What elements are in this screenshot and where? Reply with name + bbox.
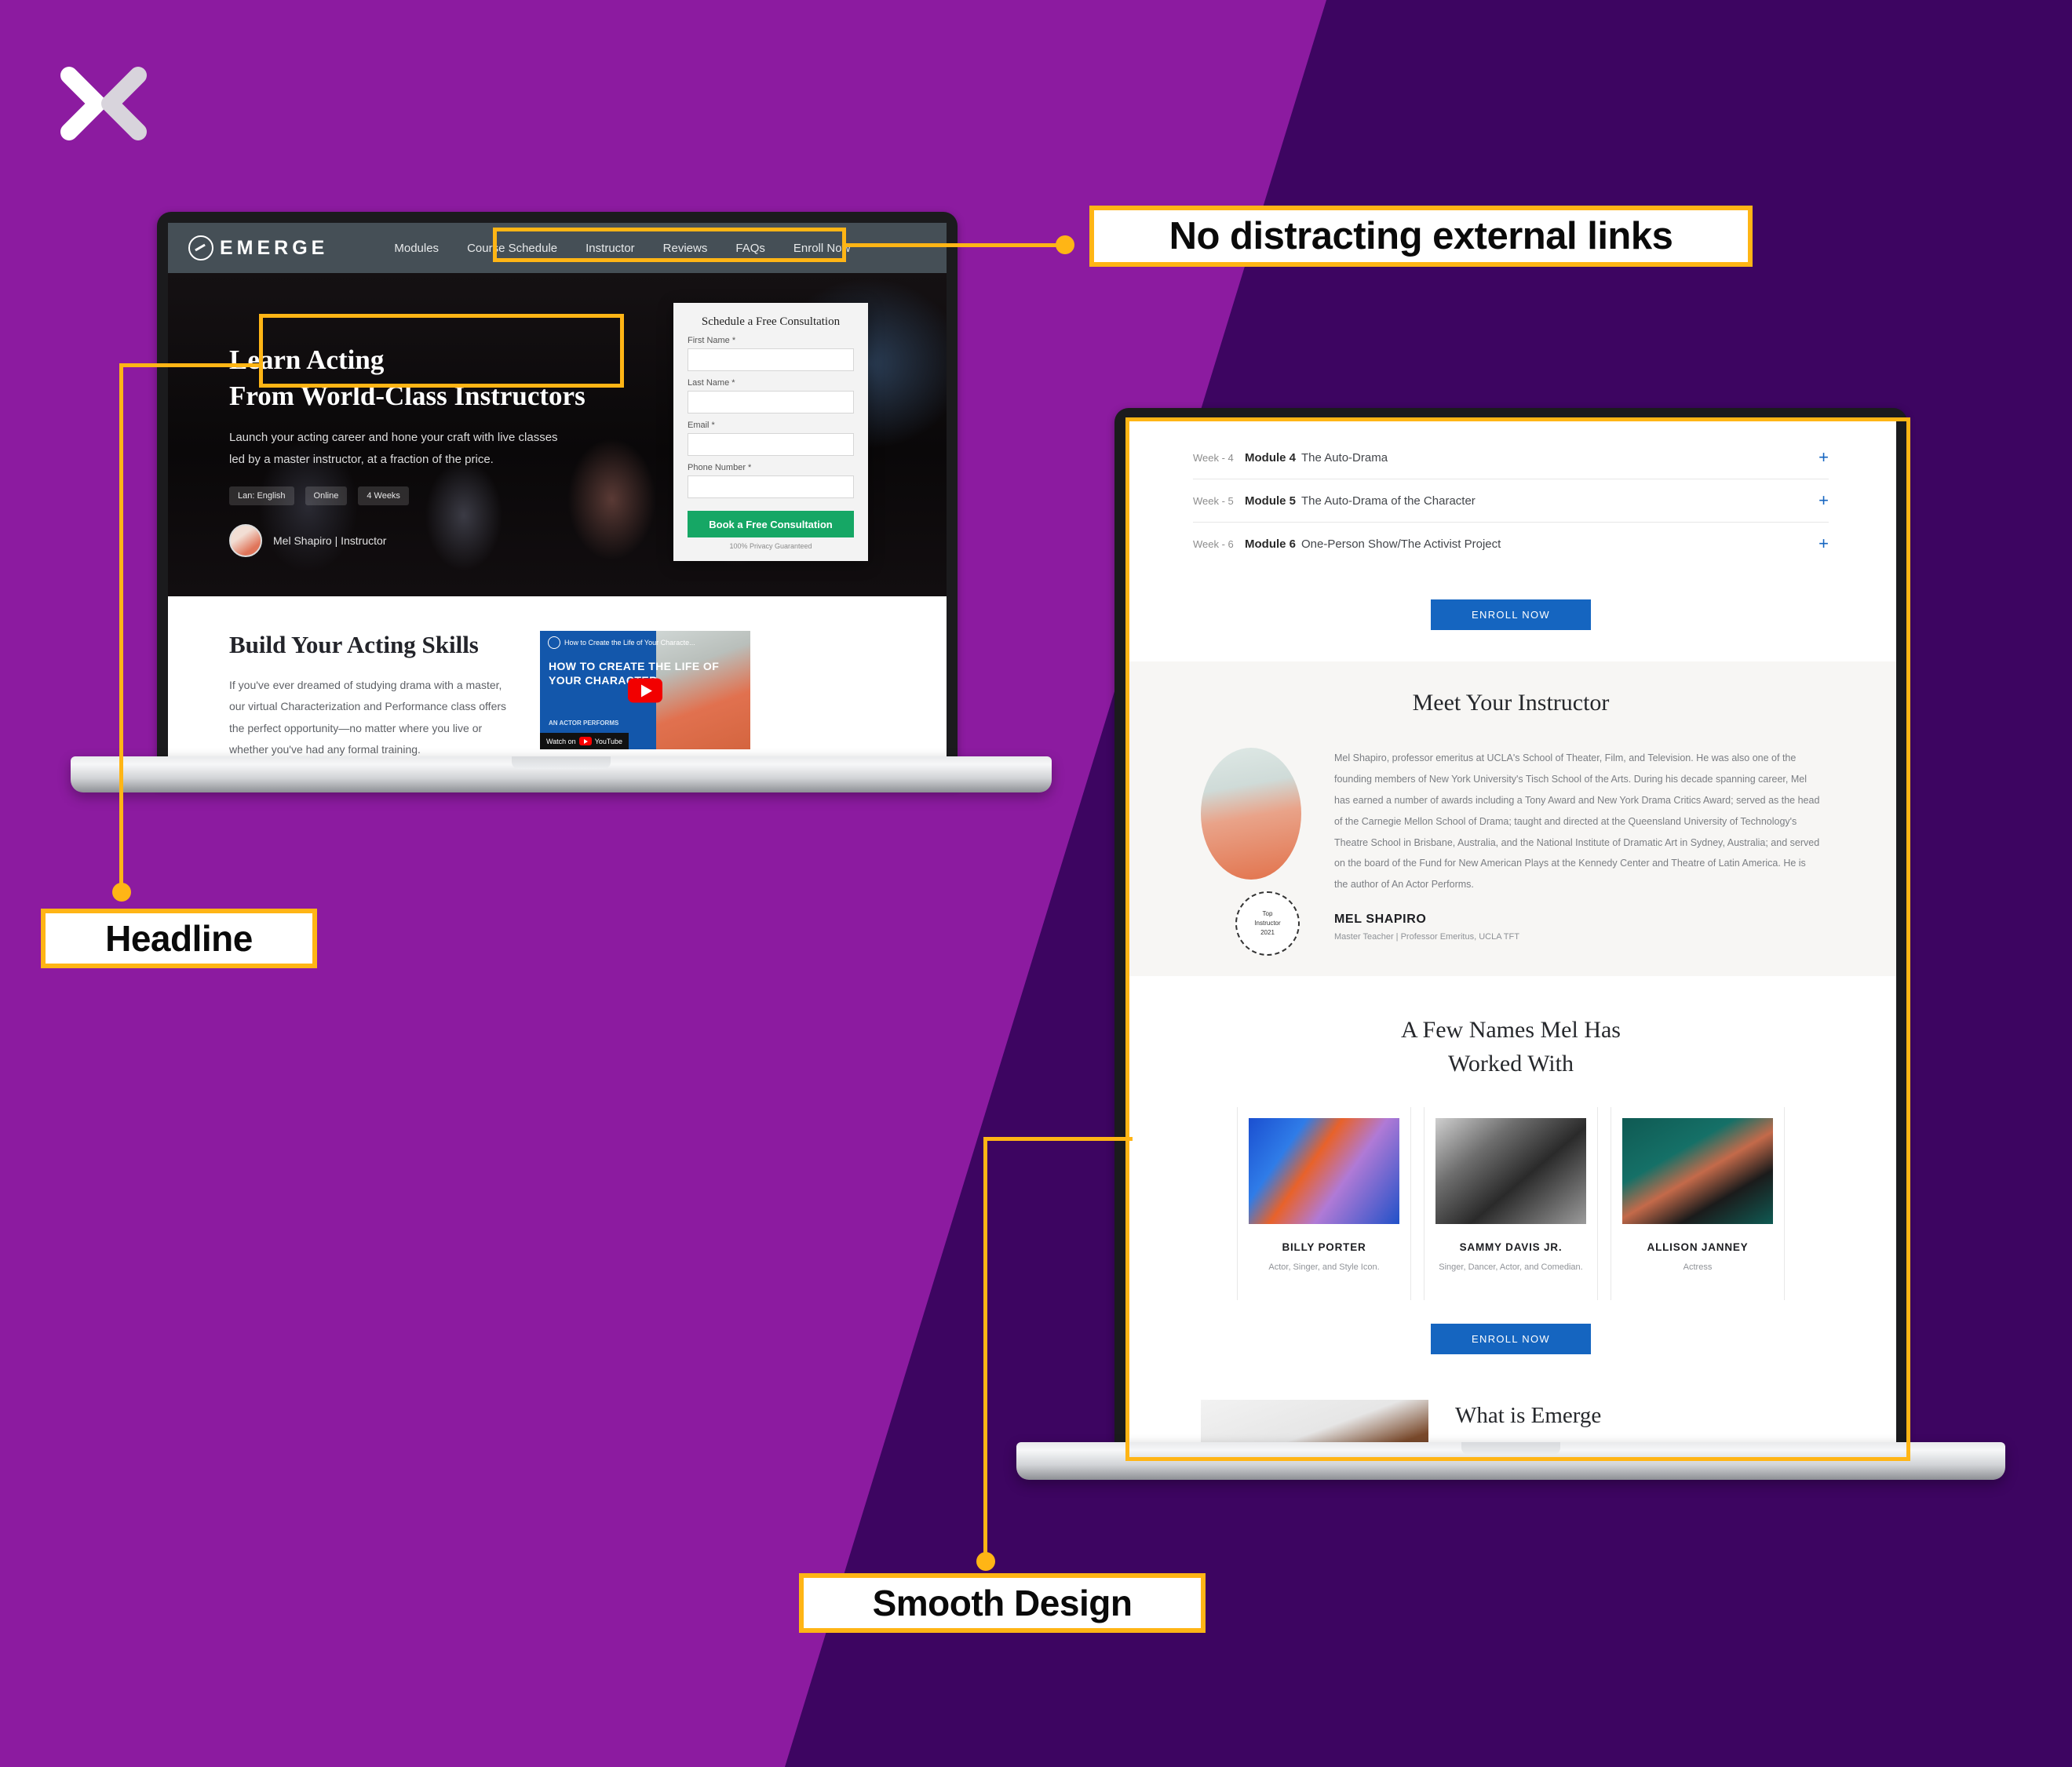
connector-line-headline-v [119,363,123,897]
video-overlay-subtext: AN ACTOR PERFORMS [549,720,619,727]
connector-dot-smooth [976,1552,995,1571]
site1-about-section: Build Your Acting Skills If you've ever … [168,596,947,758]
email-label: Email * [688,421,715,430]
about-paragraph-1: If you've ever dreamed of studying drama… [229,679,507,756]
play-button-icon[interactable] [628,678,662,702]
callout-no-external-links: No distracting external links [1089,206,1753,267]
hero-badges: Lan: English Online 4 Weeks [229,486,409,505]
connector-line-smooth-v [983,1137,987,1565]
laptop-mockup-1: EMERGE Modules Course Schedule Instructo… [71,212,1083,832]
video-title-bar: How to Create the Life of Your Characte.… [548,636,744,649]
avatar [229,524,262,557]
badge-language: Lan: English [229,486,294,505]
x-chevron-logo [57,64,151,143]
emerge-circle-logo [548,636,560,649]
connector-line-headline-h [119,363,262,367]
connector-dot-headline [112,883,131,902]
consultation-form: Schedule a Free Consultation First Name … [673,303,868,561]
book-consultation-button[interactable]: Book a Free Consultation [688,511,854,537]
last-name-label: Last Name * [688,378,735,388]
phone-input[interactable] [688,475,854,498]
highlight-headline [259,314,624,388]
about-title: Build Your Acting Skills [229,631,479,658]
laptop-1-notch [512,756,611,769]
highlight-second-screen [1125,417,1910,1461]
hero-instructor: Mel Shapiro | Instructor [229,524,386,557]
phone-label: Phone Number * [688,463,752,472]
youtube-label: YouTube [594,737,623,745]
video-embed[interactable]: How to Create the Life of Your Characte.… [540,631,750,749]
badge-online: Online [305,486,348,505]
first-name-label: First Name * [688,336,736,345]
video-title: How to Create the Life of Your Characte.… [564,639,695,647]
callout-headline: Headline [41,909,317,968]
youtube-icon [578,737,592,745]
hero-subtext: Launch your acting career and hone your … [229,431,558,466]
about-text-column: Build Your Acting Skills If you've ever … [229,631,512,758]
email-input[interactable] [688,433,854,456]
badge-duration: 4 Weeks [358,486,409,505]
site1-logo-text: EMERGE [220,236,329,259]
connector-line-smooth-h [983,1137,1133,1141]
emerge-landing-page-top: EMERGE Modules Course Schedule Instructo… [168,223,947,758]
nav-link-modules[interactable]: Modules [394,242,439,255]
highlight-nav-links [493,228,846,262]
privacy-note: 100% Privacy Guaranteed [729,542,812,550]
watch-on-label: Watch on [546,737,576,745]
site1-logo[interactable]: EMERGE [188,235,328,260]
emerge-circle-logo [188,235,213,260]
hero-instructor-label: Mel Shapiro | Instructor [273,534,387,547]
laptop-1-base [71,756,1052,792]
laptop-1-screen: EMERGE Modules Course Schedule Instructo… [168,223,947,758]
connector-dot-links [1056,235,1074,254]
last-name-input[interactable] [688,391,854,414]
laptop-1-lid: EMERGE Modules Course Schedule Instructo… [157,212,958,785]
form-title: Schedule a Free Consultation [701,315,841,328]
watch-on-youtube-button[interactable]: Watch on YouTube [540,733,629,749]
connector-line-links [846,243,1066,247]
first-name-input[interactable] [688,348,854,371]
callout-smooth-design: Smooth Design [799,1573,1206,1633]
